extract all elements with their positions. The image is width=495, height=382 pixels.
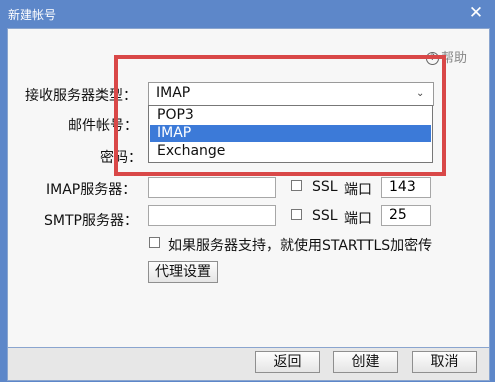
cancel-button[interactable]: 取消 <box>412 351 477 373</box>
dialog-title: 新建帐号 <box>8 8 57 22</box>
imap-ssl-label: SSL <box>312 179 338 195</box>
server-type-dropdown: POP3 IMAP Exchange <box>148 105 433 163</box>
help-icon: ? <box>426 52 439 65</box>
smtp-port-input[interactable]: 25 <box>381 205 431 226</box>
receive-server-type-label: 接收服务器类型： <box>25 88 137 104</box>
imap-server-label: IMAP服务器： <box>46 182 137 198</box>
imap-ssl-checkbox[interactable] <box>291 180 302 191</box>
imap-port-input[interactable]: 143 <box>381 177 431 198</box>
imap-port-label: 端口 <box>344 182 372 198</box>
option-exchange[interactable]: Exchange <box>150 143 431 160</box>
smtp-port-label: 端口 <box>344 211 372 227</box>
selected-server-type: IMAP <box>156 85 191 101</box>
create-button[interactable]: 创建 <box>333 351 398 373</box>
option-pop3[interactable]: POP3 <box>150 107 431 124</box>
password-label: 密码： <box>100 150 142 166</box>
option-imap[interactable]: IMAP <box>150 125 431 142</box>
close-icon[interactable]: ✕ <box>467 4 485 22</box>
chevron-down-icon: ⌄ <box>416 88 425 99</box>
starttls-checkbox[interactable] <box>149 237 160 248</box>
new-account-dialog: 新建帐号 ✕ ? 帮助 接收服务器类型： IMAP ⌄ POP3 IMAP Exc… <box>0 0 495 382</box>
smtp-ssl-checkbox[interactable] <box>291 209 302 220</box>
dialog-footer: 返回 创建 取消 <box>7 347 490 381</box>
starttls-label: 如果服务器支持，就使用STARTTLS加密传 <box>168 238 433 254</box>
receive-server-type-select[interactable]: IMAP ⌄ <box>148 82 434 106</box>
title-bar[interactable]: 新建帐号 ✕ <box>0 0 495 28</box>
imap-server-input[interactable] <box>148 177 276 198</box>
email-account-label: 邮件帐号： <box>68 118 138 134</box>
smtp-server-input[interactable] <box>148 205 276 226</box>
dialog-content: ? 帮助 接收服务器类型： IMAP ⌄ POP3 IMAP Exchange 邮… <box>7 28 490 349</box>
proxy-settings-button[interactable]: 代理设置 <box>148 261 218 283</box>
back-button[interactable]: 返回 <box>255 351 320 373</box>
smtp-server-label: SMTP服务器： <box>44 213 138 229</box>
smtp-ssl-label: SSL <box>312 208 338 224</box>
help-link[interactable]: ? 帮助 <box>426 47 467 66</box>
